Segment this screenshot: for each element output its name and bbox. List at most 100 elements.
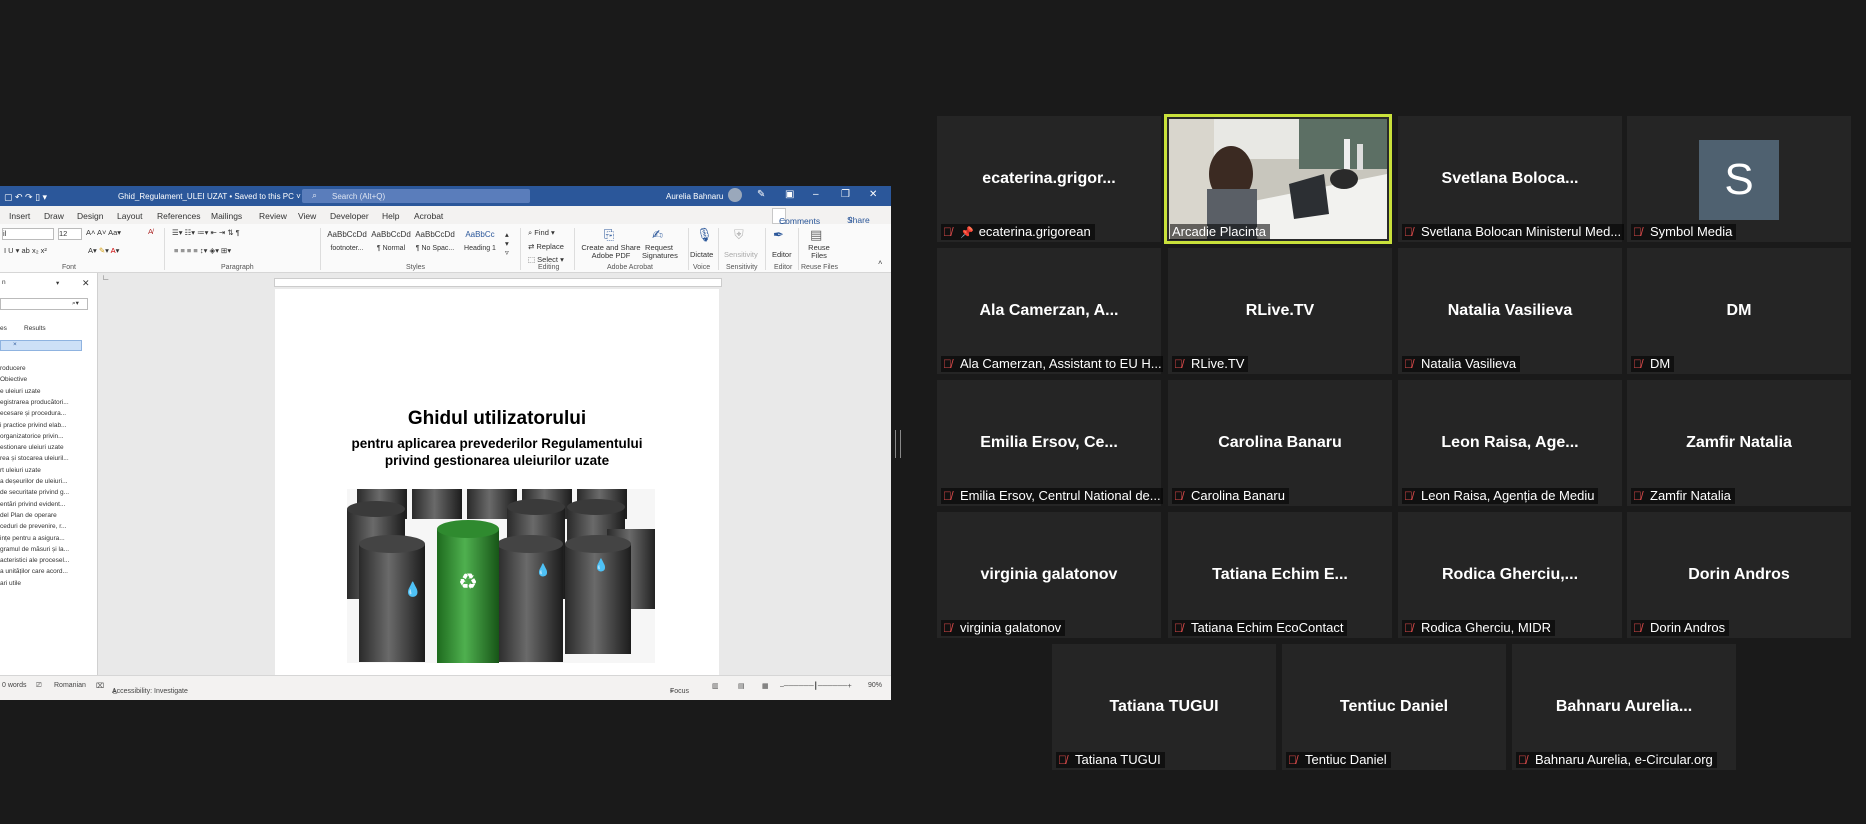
nav-heading-item[interactable]: rt uleiuri uzate (0, 467, 41, 474)
close-icon[interactable]: × (13, 341, 17, 348)
participant-tile[interactable]: RLive.TV 🎙̸ RLive.TV (1168, 248, 1392, 374)
comments-button[interactable]: ▭ Comments (772, 208, 820, 226)
participant-tile[interactable]: Tatiana TUGUI 🎙̸ Tatiana TUGUI (1052, 644, 1276, 770)
font-size-input[interactable]: 12 (58, 228, 82, 240)
participant-tile[interactable]: Tatiana Echim E... 🎙̸ Tatiana Echim EcoCo… (1168, 512, 1392, 638)
nav-tab-headings[interactable]: es (0, 325, 7, 332)
participant-tile[interactable]: Ala Camerzan, A... 🎙̸ Ala Camerzan, Assis… (937, 248, 1163, 374)
collapse-ribbon-icon[interactable]: ˄ (878, 258, 882, 267)
participant-tile[interactable]: Svetlana Boloca... 🎙̸ Svetlana Bolocan Mi… (1398, 116, 1624, 242)
replace-button[interactable]: ⇄ Replace (528, 242, 564, 251)
document-area[interactable]: ∟ Ghidul utilizatorului pentru aplicarea… (98, 273, 891, 675)
language[interactable]: Romanian (54, 682, 86, 689)
zoom-level[interactable]: 90% (868, 682, 882, 689)
font-name-input[interactable]: il (2, 228, 54, 240)
grow-font-icon[interactable]: A˄ A˅ Aa▾ (86, 228, 121, 237)
nav-heading-item[interactable]: rea și stocarea uleiuril... (0, 455, 69, 462)
nav-heading-item[interactable]: Obiective (0, 376, 27, 383)
minimize-icon[interactable]: – (813, 189, 819, 200)
ruler[interactable] (274, 278, 722, 287)
tab-acrobat[interactable]: Acrobat (414, 211, 443, 221)
tab-help[interactable]: Help (382, 211, 399, 221)
nav-heading-item[interactable]: e uleiuri uzate (0, 388, 40, 395)
proofing-icon[interactable]: ⎚ (36, 682, 42, 690)
tab-developer[interactable]: Developer (330, 211, 369, 221)
participant-tile[interactable]: Tentiuc Daniel 🎙̸ Tentiuc Daniel (1282, 644, 1506, 770)
format-buttons[interactable]: I U ▾ ab x₂ x² (4, 246, 47, 255)
nav-heading-item[interactable]: a unităților care acord... (0, 568, 68, 575)
pen-icon[interactable]: ✎ (757, 189, 765, 200)
text-effects-icon[interactable]: A▾ ✎▾ A▾ (88, 246, 119, 255)
nav-heading-item[interactable]: ecesare și procedura... (0, 410, 66, 417)
close-icon[interactable]: ✕ (869, 189, 877, 200)
participant-tile[interactable]: Bahnaru Aurelia... 🎙̸ Bahnaru Aurelia, e-… (1512, 644, 1736, 770)
tab-mailings[interactable]: Mailings (211, 211, 242, 221)
request-signatures-button[interactable]: Request Signatures (642, 244, 678, 260)
participant-tile[interactable]: Emilia Ersov, Ce... 🎙̸ Emilia Ersov, Cent… (937, 380, 1163, 506)
sensitivity-button[interactable]: Sensitivity (724, 250, 758, 259)
style-heading-1[interactable]: AaBbCc Heading 1 (459, 230, 501, 260)
align-icons[interactable]: ≡ ≡ ≡ ≡ ↕▾ ◈▾ ⊞▾ (174, 246, 231, 255)
maximize-icon[interactable]: ❐ (841, 189, 850, 200)
nav-heading-item[interactable]: i practice privind elab... (0, 422, 66, 429)
track-icon[interactable]: ⌧ (96, 682, 104, 690)
participant-tile[interactable]: ecaterina.grigor... 🎙̸ 📌 ecaterina.grigore… (937, 116, 1161, 242)
participant-tile[interactable]: Natalia Vasilieva 🎙̸ Natalia Vasilieva (1398, 248, 1622, 374)
zoom-slider[interactable]: –──────┃──────+ (780, 682, 852, 690)
participant-tile[interactable]: Dorin Andros 🎙̸ Dorin Andros (1627, 512, 1851, 638)
web-layout-icon[interactable]: ▦ (762, 682, 769, 690)
style-footnote[interactable]: AaBbCcDd footnoter... (326, 230, 368, 260)
tab-draw[interactable]: Draw (44, 211, 64, 221)
document-page[interactable]: Ghidul utilizatorului pentru aplicarea p… (275, 289, 719, 675)
styles-scroll-icon[interactable]: ▴ ▾ ▿ (505, 230, 509, 257)
splitter-handle[interactable] (895, 430, 901, 458)
participant-tile[interactable]: virginia galatonov 🎙̸ virginia galatonov (937, 512, 1161, 638)
search-input[interactable]: ⌕ Search (Alt+Q) (302, 189, 530, 203)
participant-tile-active-speaker[interactable]: Arcadie Placinta (1164, 114, 1392, 244)
close-icon[interactable]: ✕ (82, 278, 90, 289)
nav-heading-item[interactable]: organizatorice privin... (0, 433, 64, 440)
tab-insert[interactable]: Insert (9, 211, 30, 221)
participant-tile[interactable]: S 🎙̸ Symbol Media (1627, 116, 1851, 242)
nav-heading-item[interactable]: roducere (0, 365, 26, 372)
nav-heading-item[interactable]: estionare uleiuri uzate (0, 444, 64, 451)
participant-tile[interactable]: Leon Raisa, Age... 🎙̸ Leon Raisa, Agenția… (1398, 380, 1622, 506)
reuse-files-button[interactable]: Reuse Files (806, 244, 832, 260)
tab-references[interactable]: References (157, 211, 200, 221)
participant-tile[interactable]: Zamfir Natalia 🎙̸ Zamfir Natalia (1627, 380, 1851, 506)
nav-heading-item[interactable]: ari utile (0, 580, 21, 587)
tab-layout[interactable]: Layout (117, 211, 143, 221)
nav-heading-item[interactable]: a deșeurilor de uleiuri... (0, 478, 68, 485)
participant-tile[interactable]: Carolina Banaru 🎙̸ Carolina Banaru (1168, 380, 1392, 506)
tab-selector-icon[interactable]: ∟ (102, 273, 110, 282)
oil-barrels-image[interactable]: ♻ 💧 💧 💧 (347, 489, 655, 663)
select-button[interactable]: ⬚ Select ▾ (528, 255, 564, 264)
find-button[interactable]: ⌕ Find ▾ (528, 228, 555, 238)
nav-heading-item[interactable]: gramul de măsuri și la... (0, 546, 69, 553)
tab-review[interactable]: Review (259, 211, 287, 221)
avatar[interactable] (728, 188, 742, 202)
create-pdf-button[interactable]: Create and Share Adobe PDF (580, 244, 642, 260)
nav-heading-item[interactable]: de securitate privind g... (0, 489, 69, 496)
dictate-button[interactable]: Dictate (690, 250, 713, 259)
tab-view[interactable]: View (298, 211, 316, 221)
bullets-icon[interactable]: ☰▾ ☷▾ ≔▾ ⇤ ⇥ ⇅ ¶ (172, 228, 240, 237)
quick-access-icons[interactable]: ▢ ↶ ↷ ▯ ▾ (4, 192, 47, 203)
nav-tab-results[interactable]: Results (24, 325, 46, 332)
nav-heading-item[interactable]: del Plan de operare (0, 512, 57, 519)
search-icon[interactable]: ⌕▾ (72, 299, 79, 308)
tab-design[interactable]: Design (77, 211, 103, 221)
word-count[interactable]: 0 words (2, 682, 27, 689)
clear-format-icon[interactable]: A̸ (148, 227, 153, 236)
nav-heading-item[interactable]: ințe pentru a asigura... (0, 535, 65, 542)
share-button[interactable]: ⇪ Share (842, 208, 870, 225)
nav-heading-item[interactable]: egistrarea producători... (0, 399, 69, 406)
ribbon-display-icon[interactable]: ▣ (785, 189, 794, 200)
nav-heading-item[interactable]: entări privind evident... (0, 501, 65, 508)
editor-button[interactable]: Editor (772, 250, 792, 259)
read-mode-icon[interactable]: ▥ (712, 682, 719, 690)
document-title[interactable]: Ghid_Regulament_ULEI UZAT • Saved to thi… (118, 192, 301, 201)
style-normal[interactable]: AaBbCcDd ¶ Normal (370, 230, 412, 260)
style-no-spacing[interactable]: AaBbCcDd ¶ No Spac... (414, 230, 456, 260)
nav-heading-item[interactable]: acteristici ale procesel... (0, 557, 69, 564)
